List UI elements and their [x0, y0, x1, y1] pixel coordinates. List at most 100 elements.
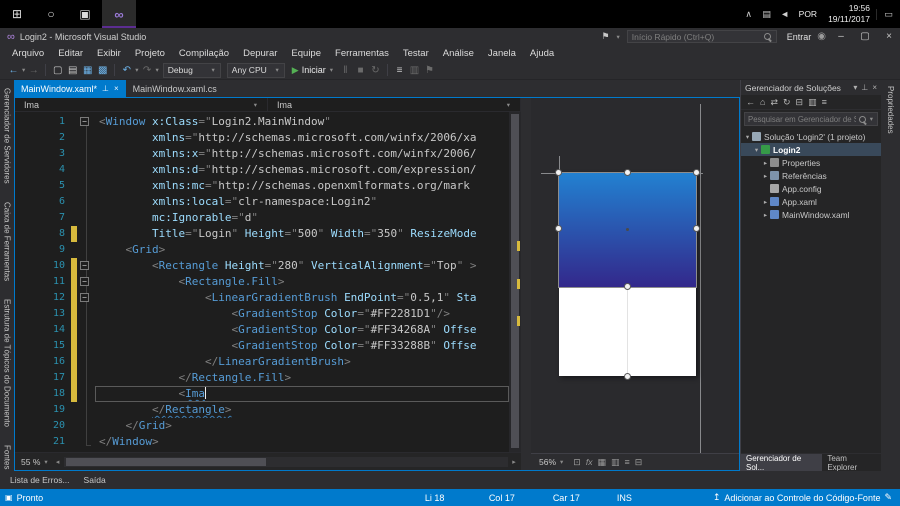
zoom-to-fit-icon[interactable]: ⊡	[573, 457, 581, 468]
panel-tab[interactable]: Saída	[77, 471, 113, 489]
code-line[interactable]: 18 <Ima	[15, 386, 509, 402]
navigate-forward-icon[interactable]: →	[26, 65, 41, 76]
new-project-icon[interactable]: ▢	[50, 65, 65, 76]
code-line[interactable]: 21 </Window>	[15, 434, 509, 450]
document-tab[interactable]: MainWindow.xaml* ⊥ ×	[14, 80, 126, 97]
menu-item[interactable]: Análise	[436, 48, 481, 59]
user-icon[interactable]: ◉	[817, 31, 826, 42]
editor-vertical-scrollbar[interactable]	[509, 112, 521, 452]
chevron-down-icon[interactable]: ▾	[22, 66, 25, 74]
menu-item[interactable]: Depurar	[236, 48, 284, 59]
notification-center-icon[interactable]: ▭	[876, 8, 900, 20]
menu-item[interactable]: Ferramentas	[328, 48, 396, 59]
scrollbar-thumb[interactable]	[65, 457, 266, 466]
start-debugging-button[interactable]: ▶ Iniciar ▾	[292, 65, 334, 76]
nav-member-dropdown[interactable]: Ima ▾	[268, 98, 521, 111]
code-line[interactable]: 16 </LinearGradientBrush>	[15, 354, 509, 370]
notifications-flag-icon[interactable]: ⚑	[601, 31, 609, 42]
close-button[interactable]: ×	[880, 28, 898, 45]
code-line[interactable]: 10 − <Rectangle Height="280" VerticalAlig…	[15, 258, 509, 274]
menu-item[interactable]: Exibir	[90, 48, 128, 59]
code-line[interactable]: 17 </Rectangle.Fill>	[15, 370, 509, 386]
resize-handle[interactable]	[624, 373, 631, 380]
tree-item[interactable]: ▸ App.xaml	[741, 195, 881, 208]
code-line[interactable]: 1 − <Window x:Class="Login2.MainWindow"	[15, 114, 509, 130]
code-line[interactable]: 9 <Grid>	[15, 242, 509, 258]
pin-icon[interactable]: ⊥	[861, 83, 868, 92]
fold-collapse-icon[interactable]: −	[80, 277, 89, 286]
code-line[interactable]: 3 xmlns:x="http://schemas.microsoft.com/…	[15, 146, 509, 162]
code-line[interactable]: 11 − <Rectangle.Fill>	[15, 274, 509, 290]
solution-search-input[interactable]: Pesquisar em Gerenciador de So ▾	[744, 112, 878, 126]
snap-to-grid-icon[interactable]: ▥	[611, 457, 620, 468]
resize-handle[interactable]	[693, 225, 700, 232]
panel-tab[interactable]: Team Explorer	[822, 454, 881, 472]
chevron-right-icon[interactable]: ▸	[761, 159, 770, 167]
menu-item[interactable]: Compilação	[172, 48, 236, 59]
show-all-files-icon[interactable]: ▥	[808, 97, 817, 108]
outline-icon[interactable]: ≡	[392, 65, 407, 76]
resize-handle[interactable]	[555, 225, 562, 232]
close-icon[interactable]: ×	[872, 83, 877, 92]
code-line[interactable]: 14 <GradientStop Color="#FF34268A" Offse	[15, 322, 509, 338]
fold-collapse-icon[interactable]: −	[80, 261, 89, 270]
fold-collapse-icon[interactable]: −	[80, 117, 89, 126]
restart-icon[interactable]: ↻	[368, 65, 383, 76]
display-icon[interactable]: ▤	[758, 9, 776, 20]
save-icon[interactable]: ▦	[80, 65, 95, 76]
open-file-icon[interactable]: ▤	[65, 65, 80, 76]
tray-expand-icon[interactable]: ∧	[740, 9, 758, 20]
tool-window-tab[interactable]: Estrutura de Tópicos do Documento	[3, 299, 12, 427]
taskbar-vs-button[interactable]: ∞	[102, 0, 136, 28]
solution-configuration-select[interactable]: Debug ▾	[162, 62, 221, 78]
sync-icon[interactable]: ⇄	[770, 97, 778, 108]
navigate-back-icon[interactable]: ←	[6, 65, 21, 76]
add-to-source-control-button[interactable]: ↥ Adicionar ao Controle do Código-Fonte …	[709, 492, 900, 503]
comment-icon[interactable]: ▥	[407, 65, 422, 76]
chevron-down-icon[interactable]: ▾	[135, 66, 138, 74]
editor-zoom-select[interactable]: 55 % ▾	[17, 457, 53, 467]
code-line[interactable]: 12 − <LinearGradientBrush EndPoint="0.5,1…	[15, 290, 509, 306]
stop-icon[interactable]: ■	[353, 65, 368, 76]
maximize-button[interactable]: ▢	[856, 28, 874, 45]
solution-platform-select[interactable]: Any CPU ▾	[226, 62, 285, 78]
resize-handle[interactable]	[693, 169, 700, 176]
menu-item[interactable]: Projeto	[128, 48, 172, 59]
refresh-icon[interactable]: ↻	[783, 97, 791, 108]
panel-tab[interactable]: Lista de Erros...	[3, 471, 77, 489]
home-icon[interactable]: ⌂	[760, 97, 765, 107]
editor-designer-splitter[interactable]	[521, 98, 531, 470]
design-surface[interactable]	[555, 169, 700, 380]
tree-item[interactable]: ▾ Login2	[741, 143, 881, 156]
menu-item[interactable]: Arquivo	[5, 48, 51, 59]
code-line[interactable]: 5 xmlns:mc="http://schemas.openxmlformat…	[15, 178, 509, 194]
cortana-button[interactable]: ○	[34, 0, 68, 28]
designer-zoom-select[interactable]: 56% ▾	[535, 457, 568, 467]
sign-in-link[interactable]: Entrar	[787, 32, 812, 42]
menu-item[interactable]: Ajuda	[523, 48, 561, 59]
code-line[interactable]: 20 </Grid>	[15, 418, 509, 434]
xaml-designer[interactable]: 56% ▾ ⊡ fx ▦ ▥ ≡ ⊟	[531, 98, 739, 470]
undo-icon[interactable]: ↶	[119, 65, 134, 76]
tree-item[interactable]: ▸ MainWindow.xaml	[741, 208, 881, 221]
menu-item[interactable]: Janela	[481, 48, 523, 59]
quick-launch-search[interactable]: Início Rápido (Ctrl+Q)	[626, 30, 777, 43]
code-area[interactable]: 1 − <Window x:Class="Login2.MainWindow" 2 x…	[15, 112, 509, 452]
solution-explorer-header[interactable]: Gerenciador de Soluções ▾ ⊥ ×	[741, 80, 881, 95]
chevron-right-icon[interactable]: ▸	[761, 198, 770, 206]
guides-icon[interactable]: ≡	[624, 457, 629, 467]
show-grid-icon[interactable]: ▦	[597, 457, 606, 468]
resize-handle[interactable]	[624, 283, 631, 290]
save-all-icon[interactable]: ▩	[95, 65, 110, 76]
chevron-down-icon[interactable]: ▾	[752, 146, 761, 154]
minimize-button[interactable]: –	[832, 28, 850, 45]
task-view-button[interactable]: ▣	[68, 0, 102, 28]
redo-icon[interactable]: ↷	[140, 65, 155, 76]
snaplines-icon[interactable]: ⊟	[635, 457, 643, 468]
code-line[interactable]: 7 mc:Ignorable="d"	[15, 210, 509, 226]
tree-item[interactable]: ▾ Solução 'Login2' (1 projeto)	[741, 130, 881, 143]
collapse-all-icon[interactable]: ⊟	[796, 97, 804, 108]
clock[interactable]: 19:56 19/11/2017	[822, 3, 876, 24]
properties-icon[interactable]: ≡	[822, 97, 827, 107]
code-line[interactable]: 6 xmlns:local="clr-namespace:Login2"	[15, 194, 509, 210]
